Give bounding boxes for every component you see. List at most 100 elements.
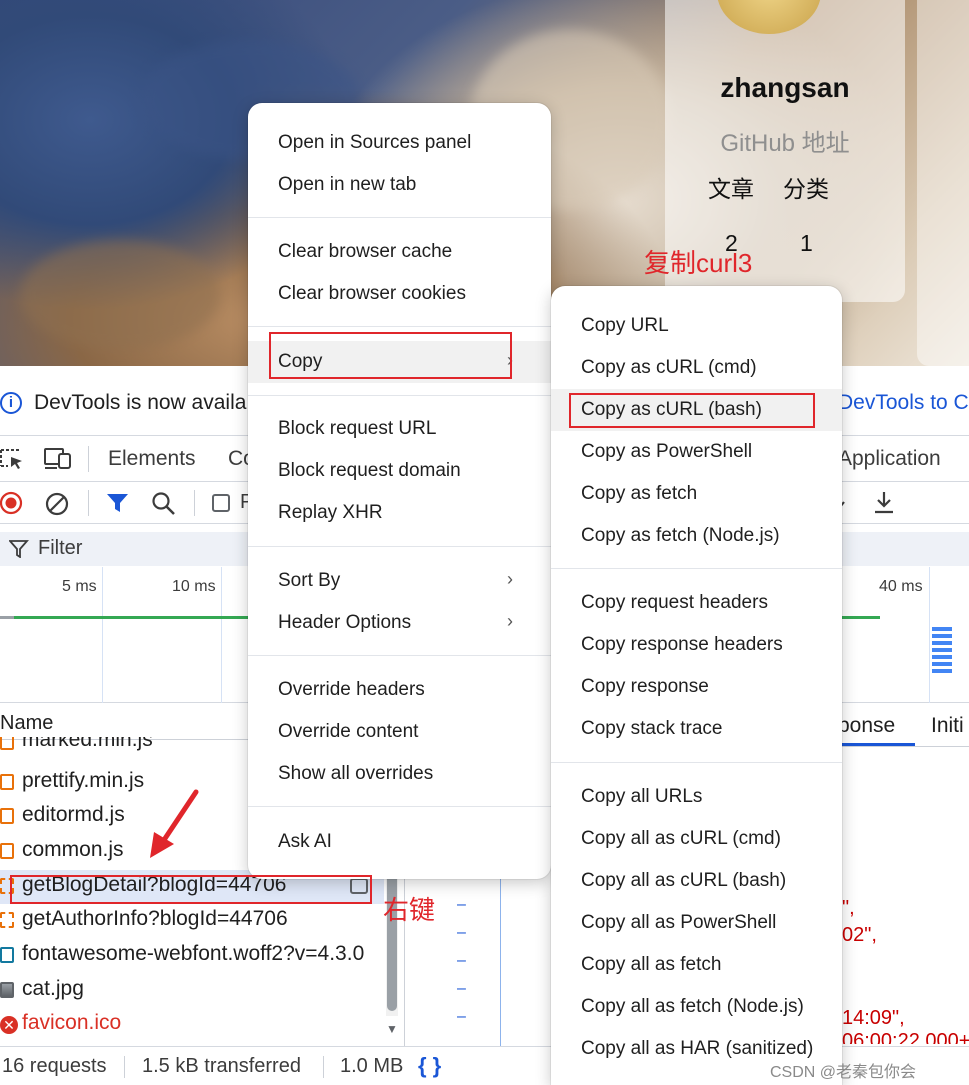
menu-item-copy-all-fetch-node[interactable]: Copy all as fetch (Node.js)	[551, 986, 842, 1028]
menu-item-copy-curl-cmd[interactable]: Copy as cURL (cmd)	[551, 347, 842, 389]
clear-icon[interactable]	[44, 491, 70, 517]
menu-item-ask-ai[interactable]: Ask AI	[248, 821, 551, 863]
menu-item-copy-request-headers[interactable]: Copy request headers	[551, 582, 842, 624]
tab-elements[interactable]: Elements	[108, 447, 196, 471]
request-name: favicon.ico	[22, 1011, 122, 1034]
request-row[interactable]: cat.jpg	[0, 974, 384, 1008]
code-fragment: ",	[842, 897, 855, 919]
menu-item-label: Block request domain	[278, 460, 461, 481]
menu-item-replay-xhr[interactable]: Replay XHR	[248, 492, 551, 534]
fold-marker[interactable]: –	[457, 924, 466, 942]
menu-item-copy-response[interactable]: Copy response	[551, 666, 842, 708]
menu-item-label: Copy as fetch	[581, 483, 698, 504]
menu-item-block-domain[interactable]: Block request domain	[248, 450, 551, 492]
menu-item-copy-fetch-node[interactable]: Copy as fetch (Node.js)	[551, 515, 842, 557]
search-icon[interactable]	[151, 491, 177, 517]
menu-item-label: Copy response	[581, 676, 709, 697]
menu-item-open-in-sources[interactable]: Open in Sources panel	[248, 122, 551, 164]
menu-item-label: Copy all as cURL (bash)	[581, 870, 787, 891]
preserve-log-checkbox[interactable]	[212, 494, 230, 512]
status-resources: 1.0 MB	[340, 1055, 404, 1077]
menu-item-copy-all-curl-bash[interactable]: Copy all as cURL (bash)	[551, 860, 842, 902]
image-icon	[0, 982, 14, 998]
scrollbar-thumb[interactable]	[387, 866, 397, 1011]
timeline-bar	[0, 616, 14, 619]
menu-item-clear-cookies[interactable]: Clear browser cookies	[248, 273, 551, 315]
timeline-tick: 5 ms	[62, 578, 97, 595]
tab-initiator[interactable]: Initi	[931, 714, 964, 738]
watermark: CSDN @老秦包你会	[770, 1064, 917, 1081]
menu-separator	[551, 762, 842, 763]
menu-item-label: Show all overrides	[278, 763, 434, 784]
request-name: marked.min.js	[22, 737, 153, 751]
script-icon	[0, 737, 14, 750]
timeline-bar	[840, 616, 880, 619]
menu-item-label: Sort By	[278, 570, 341, 591]
annotation-copy-curl: 复制curl3	[644, 248, 753, 278]
download-icon[interactable]	[872, 490, 896, 516]
menu-item-sort-by[interactable]: Sort By ›	[248, 560, 551, 602]
menu-item-label: Override headers	[278, 679, 425, 700]
toolbar-separator	[88, 490, 89, 516]
menu-item-copy-all-fetch[interactable]: Copy all as fetch	[551, 944, 842, 986]
request-row[interactable]: getAuthorInfo?blogId=44706	[0, 904, 384, 938]
menu-item-label: Copy as fetch (Node.js)	[581, 525, 780, 546]
fold-marker[interactable]: –	[457, 980, 466, 998]
filter-input[interactable]: Filter	[38, 537, 82, 560]
menu-item-copy-fetch[interactable]: Copy as fetch	[551, 473, 842, 515]
timeline-grid-line	[221, 567, 222, 703]
menu-item-label: Override content	[278, 721, 419, 742]
inspect-element-icon[interactable]	[0, 448, 24, 470]
menu-item-block-url[interactable]: Block request URL	[248, 408, 551, 450]
name-column-header[interactable]: Name	[0, 712, 53, 735]
side-card	[917, 0, 969, 366]
request-name: fontawesome-webfont.woff2?v=4.3.0	[22, 942, 365, 965]
infobar-link[interactable]: DevTools to Ch	[838, 391, 969, 415]
menu-item-copy-response-headers[interactable]: Copy response headers	[551, 624, 842, 666]
menu-item-copy-all-curl-cmd[interactable]: Copy all as cURL (cmd)	[551, 818, 842, 860]
menu-item-label: Clear browser cookies	[278, 283, 466, 304]
tab-application[interactable]: Application	[838, 447, 941, 471]
request-row[interactable]: fontawesome-webfont.woff2?v=4.3.0	[0, 939, 384, 973]
device-toolbar-icon[interactable]	[43, 446, 73, 470]
menu-item-label: Copy all URLs	[581, 786, 703, 807]
menu-item-copy-url[interactable]: Copy URL	[551, 305, 842, 347]
menu-item-show-all-overrides[interactable]: Show all overrides	[248, 753, 551, 795]
record-stop-icon[interactable]	[0, 491, 24, 515]
menu-item-override-content[interactable]: Override content	[248, 711, 551, 753]
github-link[interactable]: GitHub 地址	[665, 123, 905, 158]
menu-item-label: Copy all as HAR (sanitized)	[581, 1038, 814, 1059]
menu-item-header-options[interactable]: Header Options ›	[248, 602, 551, 644]
code-fragment: 06:00:22.000+	[842, 1030, 969, 1044]
menu-item-clear-cache[interactable]: Clear browser cache	[248, 231, 551, 273]
fold-marker[interactable]: –	[457, 1008, 466, 1026]
infobar-text: DevTools is now availa	[34, 391, 247, 414]
toolbar-separator	[194, 490, 195, 516]
info-icon: i	[0, 392, 22, 414]
menu-item-label: Ask AI	[278, 831, 332, 852]
timeline-grid-line	[102, 567, 103, 703]
request-row[interactable]: ✕ favicon.ico	[0, 1008, 384, 1042]
menu-separator	[551, 568, 842, 569]
timeline-grid-line	[929, 567, 930, 703]
menu-item-label: Block request URL	[278, 418, 437, 439]
fold-marker[interactable]: –	[457, 896, 466, 914]
menu-item-copy-all-powershell[interactable]: Copy all as PowerShell	[551, 902, 842, 944]
scroll-down-arrow-icon[interactable]: ▼	[386, 1022, 398, 1036]
menu-item-copy-stack-trace[interactable]: Copy stack trace	[551, 708, 842, 750]
menu-item-copy-powershell[interactable]: Copy as PowerShell	[551, 431, 842, 473]
pretty-print-icon[interactable]: { }	[418, 1053, 441, 1079]
menu-item-label: Open in Sources panel	[278, 132, 472, 153]
filter-funnel-icon[interactable]	[106, 492, 130, 514]
fold-marker[interactable]: –	[457, 952, 466, 970]
annotation-arrow-icon	[150, 789, 199, 858]
menu-separator	[248, 546, 551, 547]
menu-item-override-headers[interactable]: Override headers	[248, 669, 551, 711]
script-icon	[0, 774, 14, 790]
menu-item-open-in-new-tab[interactable]: Open in new tab	[248, 164, 551, 206]
menu-item-copy-all-urls[interactable]: Copy all URLs	[551, 776, 842, 818]
timeline-tick: 10 ms	[172, 578, 216, 595]
status-separator	[124, 1056, 125, 1078]
tab-response[interactable]: ponse	[838, 714, 895, 738]
chevron-right-icon: ›	[507, 569, 513, 589]
